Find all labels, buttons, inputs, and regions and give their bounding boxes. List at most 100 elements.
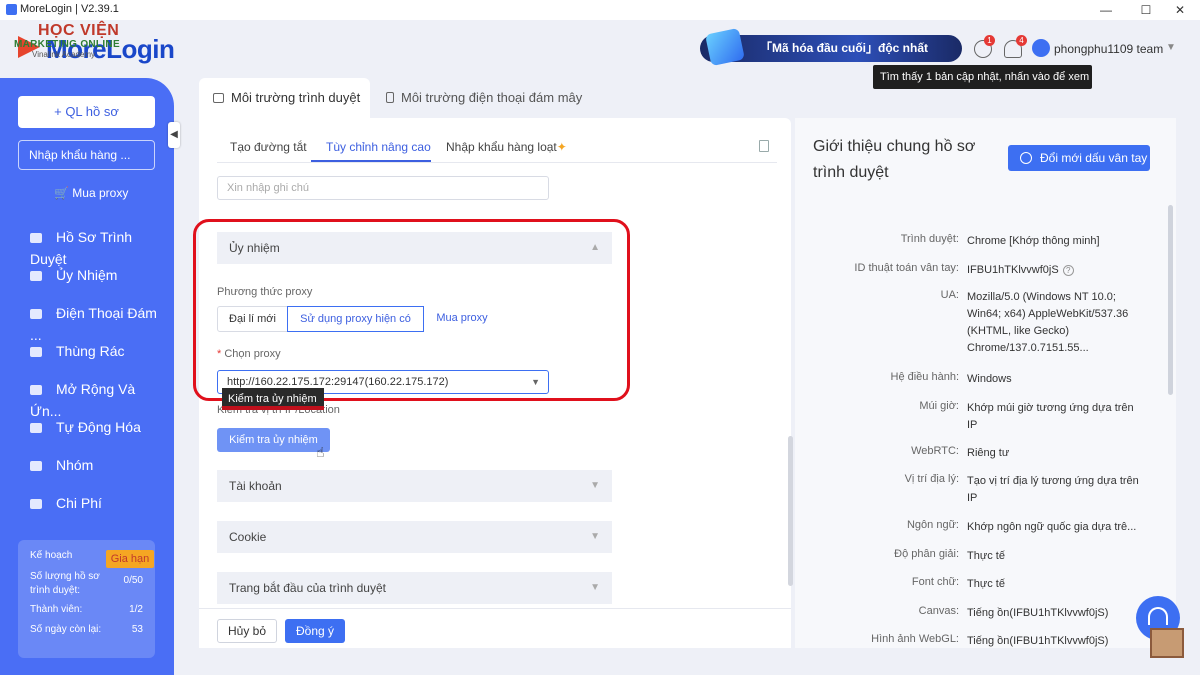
sidebar-item-automation[interactable]: Tự Động Hóa [30, 416, 170, 438]
members-label: Thành viên: [30, 604, 83, 615]
sidebar-item-groups[interactable]: Nhóm [30, 454, 170, 476]
sidebar-item-label: Mở Rộng Và Ứn... [30, 381, 136, 419]
robot-icon [30, 423, 42, 434]
sidebar-item-label: Thùng Rác [56, 343, 125, 359]
account-section-header[interactable]: Tài khoản ▼ [217, 470, 612, 502]
ok-button[interactable]: Đồng ý [285, 619, 345, 643]
fp-key: WebRTC: [911, 445, 959, 457]
annotation-highlight [193, 219, 630, 401]
chevron-down-icon: ▼ [590, 582, 600, 593]
proxy-icon [30, 271, 42, 282]
fp-value: IFBU1hTKlvvwf0jS [967, 264, 1059, 276]
tab-label: Môi trường điện thoại đám mây [401, 90, 583, 105]
sidebar-item-cloud-phone[interactable]: Điện Thoại Đám ... [30, 302, 170, 343]
logo-sub: Vinalink Academy [32, 50, 95, 59]
fp-key: Hình ảnh WebGL: [871, 633, 959, 645]
fp-value: Windows [967, 373, 1012, 385]
team-name[interactable]: phongphu1109 team [1054, 42, 1163, 56]
sidebar-item-trash[interactable]: Thùng Rác [30, 340, 170, 362]
sidebar-item-label: Hồ Sơ Trình Duyệt [30, 229, 133, 267]
avatar[interactable] [1032, 39, 1050, 57]
plan-row: Số ngày còn lại: 53 [30, 624, 143, 644]
form-scrollbar[interactable] [788, 436, 793, 586]
subtab-label: Nhập khẩu hàng loạt [446, 140, 557, 154]
fp-value: Thực tế [967, 578, 1005, 590]
update-badge: 1 [984, 35, 995, 46]
headphones-icon [1148, 607, 1168, 625]
watermark-line2: MARKETING ONLINE [14, 39, 120, 50]
plan-row: Kế hoạch Gia hạn [30, 550, 154, 570]
plan-row: Thành viên: 1/2 [30, 604, 143, 624]
sidebar-item-proxy[interactable]: Ủy Nhiệm [30, 264, 170, 286]
promo-text: 「Mã hóa đầu cuối」độc nhất [760, 41, 929, 55]
note-input[interactable]: Xin nhập ghi chú [217, 176, 549, 200]
fp-key: UA: [940, 289, 959, 301]
refresh-icon [1020, 152, 1032, 164]
overview-scrollbar[interactable] [1168, 205, 1173, 395]
help-icon[interactable]: ? [1062, 265, 1074, 276]
refresh-fingerprint-button[interactable]: Đổi mới dấu vân tay [1008, 145, 1150, 171]
minimize-button[interactable]: — [1086, 0, 1126, 20]
trash-icon [30, 347, 42, 358]
puzzle-icon [30, 385, 42, 396]
check-proxy-button[interactable]: Kiểm tra ủy nhiệm [217, 428, 330, 452]
overview-panel: Giới thiệu chung hồ sơ trình duyệt Đổi m… [795, 118, 1176, 648]
subtab-bulk-import[interactable]: Nhập khẩu hàng loạt✦ [446, 140, 567, 154]
overview-title: Giới thiệu chung hồ sơ trình duyệt [813, 138, 976, 181]
section-title: Trang bắt đầu của trình duyệt [229, 581, 386, 595]
browser-icon [213, 93, 224, 103]
fp-value: Chrome [Khớp thông minh] [967, 235, 1100, 247]
fp-value: Tiếng ồn(IFBU1hTKlvvwf0jS) [967, 607, 1109, 619]
subtab-divider [217, 162, 777, 163]
fp-key: Canvas: [918, 605, 959, 617]
fp-value: Tạo vị trí địa lý tương ứng dựa trên IP [967, 475, 1139, 504]
shield-icon [705, 27, 745, 67]
renew-button[interactable]: Gia hạn [106, 550, 154, 568]
fp-value: Khớp ngôn ngữ quốc gia dựa trê... [967, 521, 1137, 533]
document-icon[interactable] [759, 140, 769, 152]
days-label: Số ngày còn lại: [30, 624, 102, 635]
active-subtab-indicator [311, 160, 431, 162]
sidebar-item-extensions[interactable]: Mở Rộng Và Ứn... [30, 378, 170, 419]
fp-key: Ngôn ngữ: [906, 519, 959, 531]
buy-proxy-link[interactable]: 🛒 Mua proxy [54, 186, 128, 200]
fp-value-wrap: IFBU1hTKlvvwf0jS? [967, 262, 1145, 279]
fp-value: Tiếng ồn(IFBU1hTKlvvwf0jS) [967, 635, 1109, 647]
fp-key: Múi giờ: [919, 400, 959, 412]
days-value: 53 [131, 624, 143, 635]
group-icon [30, 461, 42, 472]
new-profile-button[interactable]: + QL hồ sơ [18, 96, 155, 128]
cookie-section-header[interactable]: Cookie ▼ [217, 521, 612, 553]
chevron-down-icon: ▼ [590, 480, 600, 491]
tab-browser-env[interactable]: Môi trường trình duyệt [199, 78, 370, 118]
profiles-value: 0/50 [123, 575, 143, 586]
tab-cloud-phone-env[interactable]: Môi trường điện thoại đám mây [372, 78, 590, 118]
cancel-button[interactable]: Hủy bỏ [217, 619, 277, 643]
fp-value: Mozilla/5.0 (Windows NT 10.0; Win64; x64… [967, 291, 1129, 354]
corner-thumbnail [1150, 628, 1184, 658]
subtab-quick[interactable]: Tạo đường tắt [230, 140, 307, 154]
chevron-down-icon[interactable]: ▼ [1166, 42, 1176, 53]
fp-value: Riêng tư [967, 447, 1010, 459]
subtab-advanced[interactable]: Tùy chỉnh nâng cao [326, 140, 431, 154]
fp-value: Thực tế [967, 550, 1005, 562]
hand-cursor-icon: ☝ [316, 444, 325, 460]
section-title: Tài khoản [229, 479, 282, 493]
title-bar: MoreLogin | V2.39.1 — ☐ ✕ [0, 0, 1200, 20]
promo-banner[interactable]: 「Mã hóa đầu cuối」độc nhất [700, 27, 962, 67]
collapse-sidebar-button[interactable]: ◀ [168, 122, 180, 148]
section-title: Cookie [229, 530, 267, 544]
plan-row: Số lượng hồ sơ trình duyệt: 0/50 [30, 570, 143, 604]
fp-key: ID thuật toán vân tay: [854, 262, 959, 274]
sidebar-item-label: Điện Thoại Đám ... [30, 305, 157, 343]
import-button[interactable]: Nhập khẩu hàng ... [18, 140, 155, 170]
sidebar: + QL hồ sơ Nhập khẩu hàng ... 🛒 Mua prox… [0, 78, 174, 675]
close-button[interactable]: ✕ [1160, 0, 1200, 20]
sidebar-item-billing[interactable]: Chi Phí [30, 492, 170, 514]
startpage-section-header[interactable]: Trang bắt đầu của trình duyệt ▼ [217, 572, 612, 604]
sidebar-item-browser-profiles[interactable]: Hồ Sơ Trình Duyệt [30, 226, 170, 267]
chevron-down-icon: ▼ [590, 531, 600, 542]
buy-proxy-label: Mua proxy [72, 186, 129, 200]
phone-icon [386, 92, 394, 103]
fp-key: Độ phân giải: [894, 548, 959, 560]
